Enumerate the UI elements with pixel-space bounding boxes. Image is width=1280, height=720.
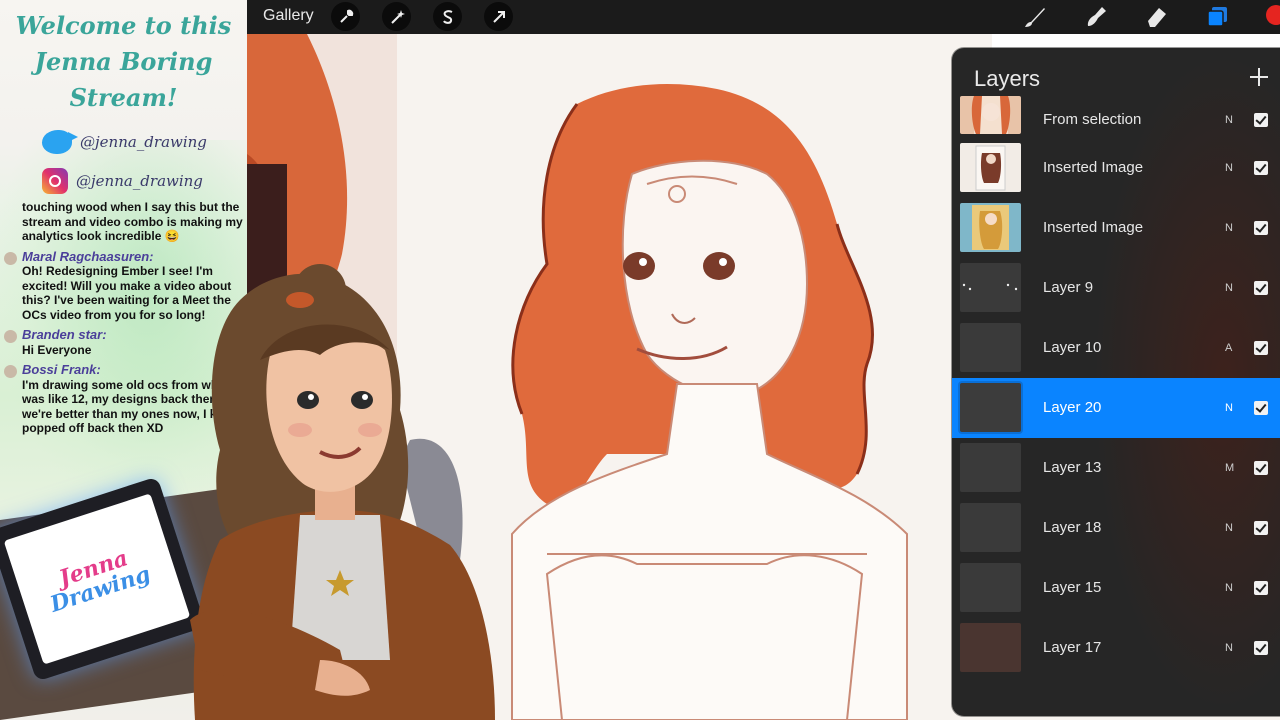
layers-icon[interactable] [1204, 3, 1232, 31]
layer-row[interactable]: Layer 15 N [952, 558, 1280, 618]
layers-panel: Layers From selection N Inserted Image N… [952, 48, 1280, 716]
layer-blend-mode[interactable]: N [1225, 558, 1233, 618]
layer-name: Layer 20 [1043, 399, 1102, 416]
magic-wand-icon[interactable] [382, 2, 411, 31]
layer-row[interactable]: Inserted Image N [952, 138, 1280, 198]
selection-icon[interactable] [433, 2, 462, 31]
layer-visibility-checkbox[interactable] [1254, 401, 1268, 415]
layers-title: Layers [974, 66, 1041, 91]
layer-thumbnail [960, 623, 1021, 672]
layer-thumbnail [960, 263, 1021, 312]
layer-thumbnail [960, 96, 1021, 134]
user-avatar [4, 330, 17, 343]
layer-visibility-checkbox[interactable] [1254, 641, 1268, 655]
twitter-handle: @jenna_drawing [42, 128, 207, 156]
chat-username: Bossi Frank: [22, 362, 101, 377]
layer-visibility-checkbox[interactable] [1254, 221, 1268, 235]
layer-visibility-checkbox[interactable] [1254, 341, 1268, 355]
layer-visibility-checkbox[interactable] [1254, 581, 1268, 595]
layer-row[interactable]: Layer 17 N [952, 618, 1280, 678]
streamer-avatar-illustration [190, 264, 495, 720]
layer-blend-mode[interactable]: N [1225, 618, 1233, 678]
layer-name: Layer 15 [1043, 579, 1102, 596]
layer-row[interactable]: Layer 18 N [952, 498, 1280, 558]
layer-blend-mode[interactable]: N [1225, 198, 1233, 258]
layer-thumbnail [960, 203, 1021, 252]
layer-row[interactable]: Layer 9 N [952, 258, 1280, 318]
instagram-handle: @jenna_drawing [42, 167, 203, 195]
color-swatch[interactable] [1266, 5, 1280, 25]
layer-visibility-checkbox[interactable] [1254, 461, 1268, 475]
layer-thumbnail [960, 383, 1021, 432]
gallery-button[interactable]: Gallery [263, 0, 314, 34]
wrench-icon[interactable] [331, 2, 360, 31]
layer-list: From selection N Inserted Image N Insert… [952, 96, 1280, 678]
chat-username: Branden star: [22, 327, 107, 342]
layer-name: Layer 18 [1043, 519, 1102, 536]
layer-name: Layer 10 [1043, 339, 1102, 356]
user-avatar [4, 365, 17, 378]
layer-visibility-checkbox[interactable] [1254, 113, 1268, 127]
layer-visibility-checkbox[interactable] [1254, 161, 1268, 175]
layer-thumbnail [960, 323, 1021, 372]
layer-blend-mode[interactable]: N [1225, 138, 1233, 198]
layer-name: Inserted Image [1043, 219, 1144, 236]
layer-thumbnail [960, 563, 1021, 612]
chat-message: touching wood when I say this but the st… [4, 200, 244, 244]
layer-thumbnail [960, 443, 1021, 492]
layer-row[interactable]: Layer 10 A [952, 318, 1280, 378]
layer-name: Layer 13 [1043, 459, 1102, 476]
layer-visibility-checkbox[interactable] [1254, 521, 1268, 535]
chat-text: touching wood when I say this but the st… [22, 200, 243, 243]
welcome-banner: Welcome to this Jenna Boring Stream! [15, 11, 232, 112]
layer-blend-mode[interactable]: N [1225, 498, 1233, 558]
brush-icon[interactable] [1021, 3, 1049, 31]
layer-row[interactable]: Inserted Image N [952, 198, 1280, 258]
layer-blend-mode[interactable]: N [1225, 258, 1233, 318]
layer-row[interactable]: Layer 13 M [952, 438, 1280, 498]
layer-visibility-checkbox[interactable] [1254, 281, 1268, 295]
twitter-icon [42, 130, 78, 154]
layer-blend-mode[interactable]: M [1225, 438, 1234, 498]
user-avatar [4, 251, 17, 265]
layer-name: Inserted Image [1043, 159, 1144, 176]
layer-thumbnail [960, 503, 1021, 552]
layer-name: Layer 17 [1043, 639, 1102, 656]
layer-row[interactable]: From selection N [952, 96, 1280, 138]
smudge-icon[interactable] [1082, 3, 1110, 31]
chat-username: Maral Ragchaasuren: [22, 248, 154, 264]
transform-arrow-icon[interactable] [484, 2, 513, 31]
top-toolbar: Gallery [247, 0, 1280, 34]
add-layer-icon[interactable] [1250, 68, 1268, 86]
instagram-icon [42, 168, 68, 194]
layer-blend-mode[interactable]: A [1225, 318, 1232, 378]
layer-thumbnail [960, 143, 1021, 192]
layer-blend-mode[interactable]: N [1225, 378, 1233, 438]
layer-name: Layer 9 [1043, 279, 1094, 296]
layer-row-selected[interactable]: Layer 20 N [952, 378, 1280, 438]
eraser-icon[interactable] [1143, 3, 1171, 31]
